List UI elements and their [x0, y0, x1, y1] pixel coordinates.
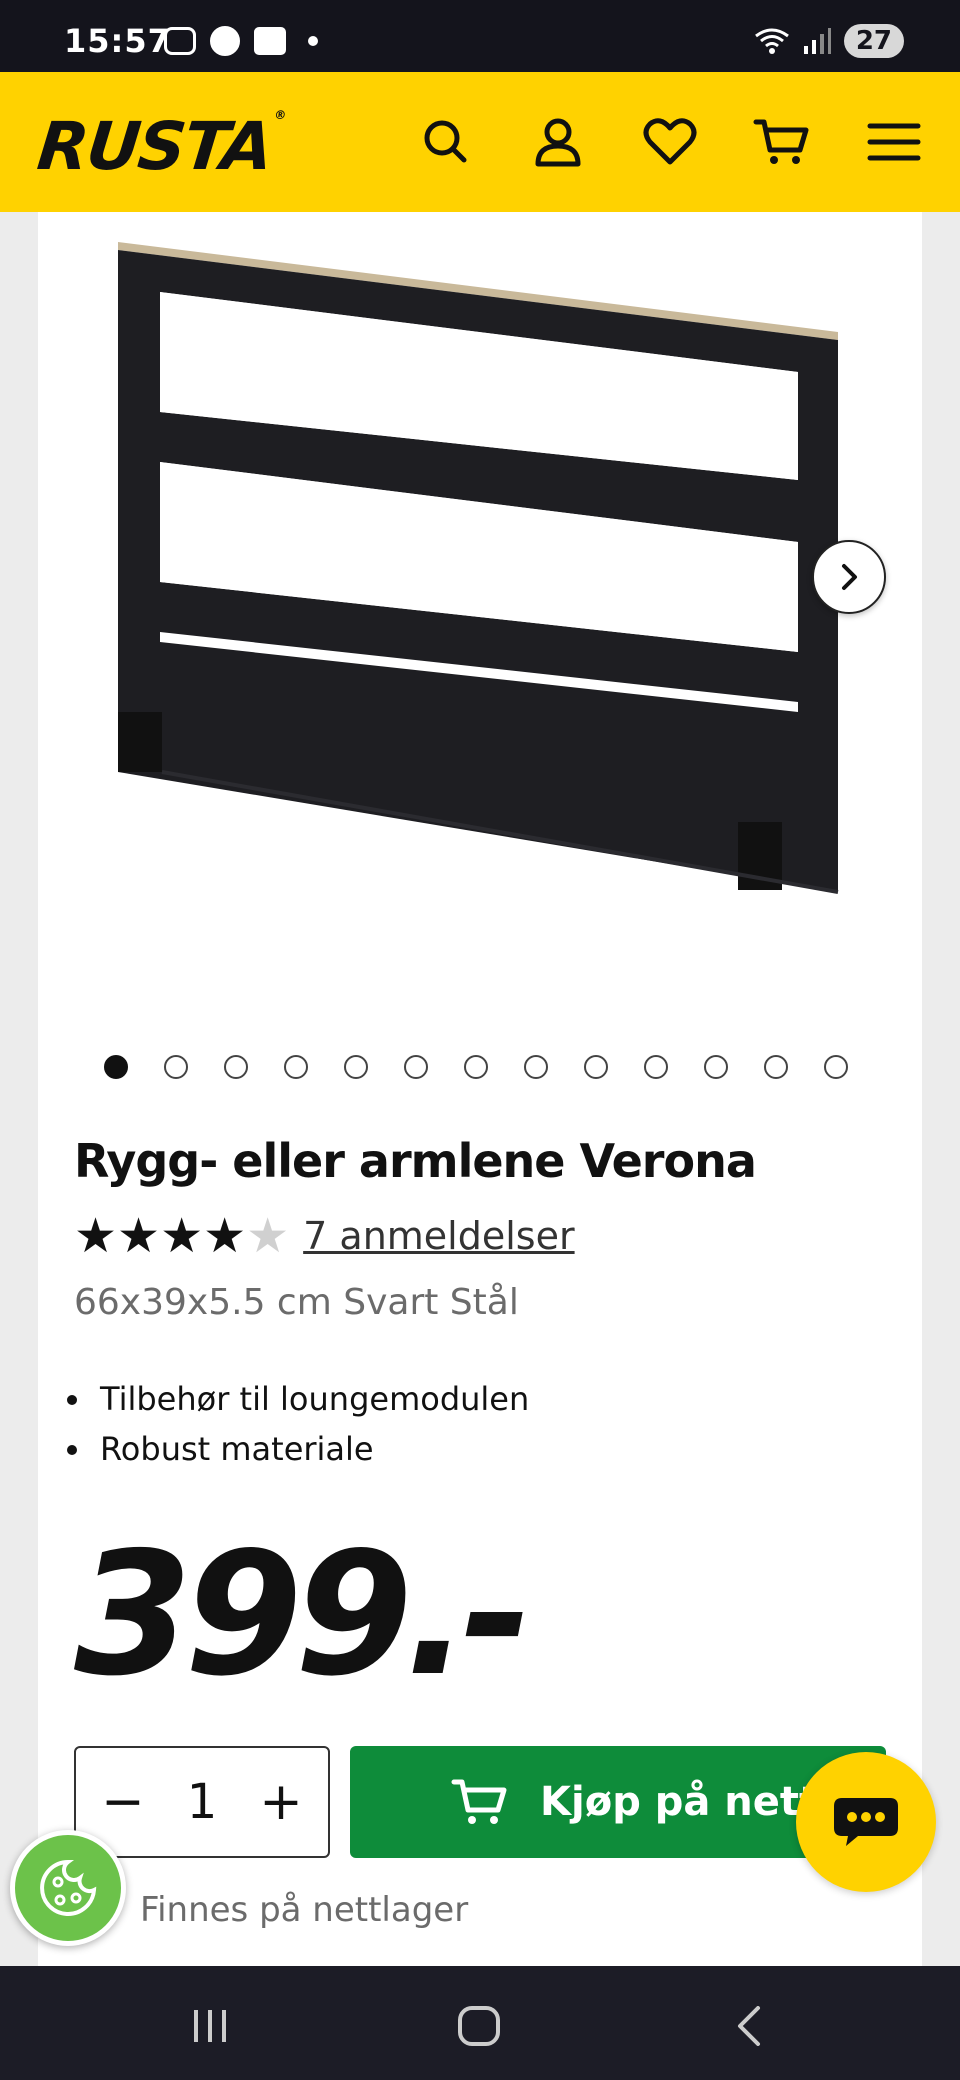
product-card: Rygg- eller armlene Verona ★★★★★ 7 anmel… [38, 212, 922, 1966]
cookie-icon [40, 1859, 97, 1916]
gallery-dot[interactable] [404, 1054, 464, 1080]
search-icon[interactable] [416, 112, 476, 172]
star-filled-icon: ★ [74, 1208, 118, 1264]
cart-icon [451, 1779, 507, 1824]
rating-stars: ★★★★★ [74, 1212, 289, 1260]
gallery-dot[interactable] [224, 1054, 284, 1080]
product-price: 399.- [74, 1516, 532, 1714]
gallery-dot[interactable] [104, 1054, 164, 1080]
product-dimensions: 66x39x5.5 cm Svart Stål [74, 1282, 519, 1323]
star-filled-icon: ★ [160, 1208, 204, 1264]
screenshot-icon [164, 27, 196, 55]
product-rating: ★★★★★ 7 anmeldelser [74, 1212, 575, 1260]
quantity-decrease-button[interactable]: − [93, 1772, 153, 1832]
gallery-dot[interactable] [164, 1054, 224, 1080]
reviews-link[interactable]: 7 anmeldelser [303, 1214, 574, 1258]
chat-button[interactable] [796, 1752, 936, 1892]
gallery-dot[interactable] [824, 1054, 884, 1080]
more-notifications-icon [308, 36, 318, 46]
gallery-dot[interactable] [644, 1054, 704, 1080]
cookie-settings-button[interactable] [10, 1830, 126, 1946]
star-filled-icon: ★ [117, 1208, 161, 1264]
gallery-dot[interactable] [704, 1054, 764, 1080]
wifi-icon [754, 28, 789, 54]
gallery-dot[interactable] [764, 1054, 824, 1080]
product-features: Tilbehør til loungemodulenRobust materia… [94, 1374, 529, 1474]
gallery-dot[interactable] [344, 1054, 404, 1080]
status-time: 15:57 [64, 22, 171, 60]
menu-icon[interactable] [864, 112, 924, 172]
rusta-logo[interactable]: RUSTA® [34, 108, 285, 185]
home-icon[interactable] [456, 2006, 502, 2046]
feature-item: Tilbehør til loungemodulen [94, 1374, 529, 1424]
gallery-pagination [104, 1054, 884, 1080]
status-system-icons: 27 [754, 24, 904, 58]
star-empty-icon: ★ [246, 1208, 290, 1264]
gallery-dot[interactable] [524, 1054, 584, 1080]
account-icon[interactable] [528, 112, 588, 172]
system-navigation-bar [0, 1966, 960, 2080]
gallery-dot[interactable] [464, 1054, 524, 1080]
back-icon[interactable] [730, 2006, 770, 2046]
stock-status: Finnes på nettlager [140, 1890, 469, 1930]
gallery-dot[interactable] [584, 1054, 644, 1080]
quantity-stepper: − 1 + [74, 1746, 330, 1858]
feature-item: Robust materiale [94, 1424, 529, 1474]
site-header: RUSTA® [0, 72, 960, 212]
cart-icon[interactable] [752, 112, 812, 172]
star-filled-icon: ★ [203, 1208, 247, 1264]
chevron-right-icon [842, 564, 857, 590]
messenger-icon [210, 26, 240, 56]
quantity-increase-button[interactable]: + [251, 1772, 311, 1832]
buy-button-label: Kjøp på nett [540, 1779, 819, 1825]
logo-text: RUSTA [33, 108, 275, 185]
gallery-dot[interactable] [284, 1054, 344, 1080]
gallery-next-button[interactable] [812, 540, 886, 614]
product-title: Rygg- eller armlene Verona [74, 1134, 757, 1188]
battery-level: 27 [843, 24, 904, 58]
status-bar: 15:57 27 [0, 0, 960, 72]
calendar-icon [254, 27, 286, 55]
signal-icon [803, 28, 831, 54]
product-image[interactable] [38, 212, 922, 1032]
recent-apps-icon[interactable] [188, 2006, 232, 2046]
quantity-value[interactable]: 1 [187, 1774, 218, 1830]
heart-icon[interactable] [640, 112, 700, 172]
chat-icon [834, 1798, 898, 1846]
status-notification-icons [164, 26, 318, 56]
logo-registered-mark: ® [273, 108, 285, 122]
